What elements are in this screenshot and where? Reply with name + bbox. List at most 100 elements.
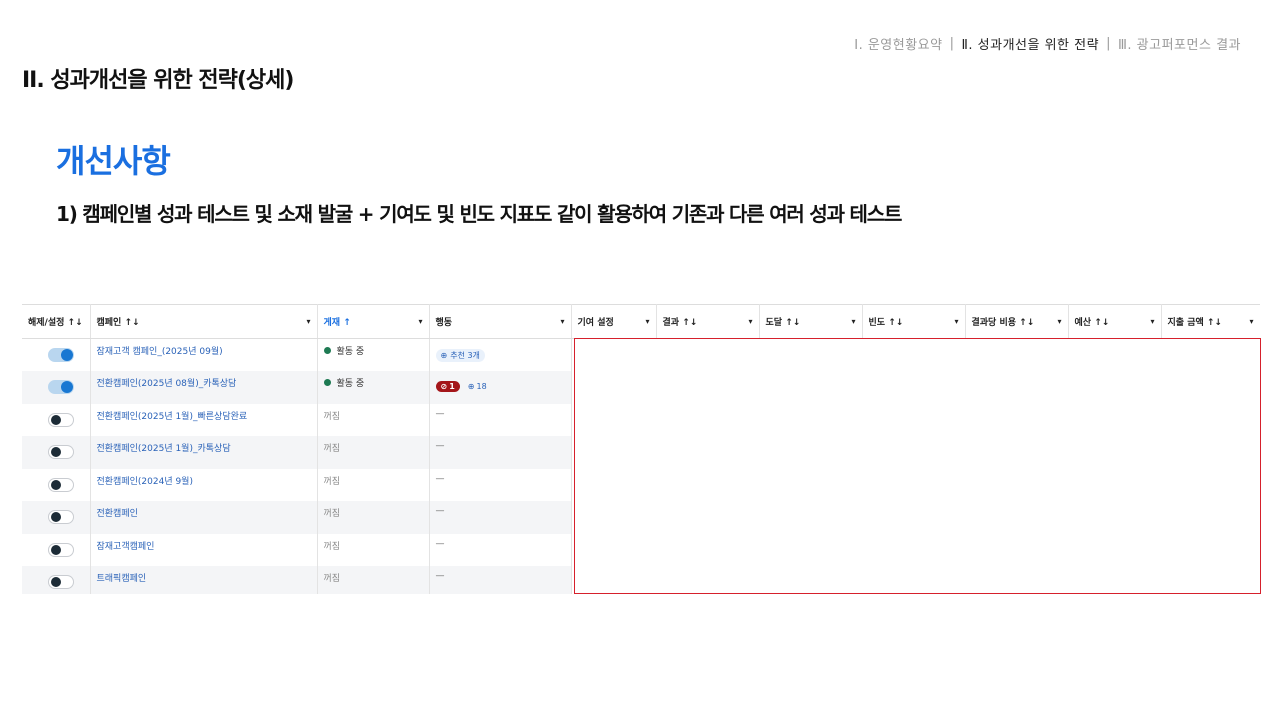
campaign-toggle[interactable] bbox=[48, 510, 74, 524]
column-header-label: 결과 ↑↓ bbox=[662, 318, 698, 328]
metric-cell bbox=[759, 338, 862, 371]
actions-cell: — bbox=[429, 436, 572, 469]
column-header-label: 기여 설정 bbox=[577, 318, 614, 328]
toggle-cell bbox=[22, 403, 91, 436]
actions-cell: — bbox=[429, 566, 572, 594]
status-dot-icon bbox=[323, 379, 331, 386]
metric-cell bbox=[862, 533, 965, 566]
metric-cell bbox=[571, 566, 656, 594]
caret-down-icon[interactable]: ▾ bbox=[418, 317, 422, 326]
column-header[interactable]: 도달 ↑↓ ▾ bbox=[759, 304, 863, 339]
campaign-toggle[interactable] bbox=[48, 542, 74, 557]
empty-dash: — bbox=[435, 506, 445, 516]
metric-cell bbox=[1161, 501, 1260, 534]
delivery-status: 활동 중 bbox=[323, 344, 423, 357]
error-icon: ⊘ bbox=[440, 382, 448, 391]
actions-cell: — bbox=[429, 403, 572, 436]
toggle-cell bbox=[22, 501, 91, 534]
campaign-toggle[interactable] bbox=[48, 445, 74, 459]
column-header[interactable]: 게재 ↑ ▾ bbox=[317, 304, 430, 339]
campaign-cell: 전환캠페인(2024년 9월) bbox=[90, 468, 318, 501]
column-header[interactable]: 기여 설정 ▾ bbox=[571, 304, 657, 339]
column-header[interactable]: 지출 금액 ↑↓ ▾ bbox=[1161, 304, 1260, 339]
column-header-label: 행동 bbox=[435, 318, 453, 328]
campaign-cell: 전환캠페인(2025년 08월)_카톡상담 bbox=[90, 371, 318, 404]
caret-down-icon[interactable]: ▾ bbox=[1150, 317, 1154, 326]
campaign-table: 해제/설정 ↑↓ 캠페인 ↑↓ ▾ 게재 ↑ ▾ 행동 ▾ 기여 설정 ▾ 결과 ↑↓ ▾ 도달 ↑↓… bbox=[22, 304, 1260, 594]
delivery-status-text: 꺼짐 bbox=[323, 444, 341, 454]
toggle-knob bbox=[51, 544, 61, 555]
arrow-up-circle-icon: ⊕ bbox=[467, 382, 475, 391]
toggle-knob bbox=[51, 512, 61, 522]
metric-cell bbox=[656, 371, 759, 404]
metric-cell bbox=[656, 403, 759, 436]
caret-down-icon[interactable]: ▾ bbox=[560, 317, 564, 326]
delivery-cell: 꺼짐 bbox=[317, 501, 430, 534]
campaign-cell: 전환캠페인(2025년 1월)_빠른상담완료 bbox=[90, 403, 318, 436]
column-header[interactable]: 예산 ↑↓ ▾ bbox=[1068, 304, 1162, 339]
table-row: 전환캠페인(2025년 1월)_빠른상담완료 꺼짐 — bbox=[22, 403, 1260, 436]
metric-cell bbox=[571, 436, 656, 469]
metric-cell bbox=[965, 338, 1068, 371]
campaign-name-link[interactable]: 잠재고객 캠페인_(2025년 09월) bbox=[97, 347, 223, 357]
column-header-label: 결과당 비용 ↑↓ bbox=[971, 318, 1035, 328]
campaign-name-link[interactable]: 트래픽캠페인 bbox=[97, 574, 147, 584]
campaign-cell: 잠재고객캠페인 bbox=[90, 533, 318, 566]
caret-down-icon[interactable]: ▾ bbox=[748, 317, 752, 326]
toggle-knob bbox=[51, 414, 61, 425]
caret-down-icon[interactable]: ▾ bbox=[851, 317, 855, 326]
caret-down-icon[interactable]: ▾ bbox=[645, 317, 649, 326]
toggle-knob bbox=[61, 349, 73, 361]
column-header[interactable]: 결과 ↑↓ ▾ bbox=[656, 304, 760, 339]
campaign-toggle[interactable] bbox=[48, 477, 74, 492]
column-header-label: 도달 ↑↓ bbox=[765, 318, 801, 328]
delivery-status-text: 꺼짐 bbox=[323, 574, 341, 584]
campaign-name-link[interactable]: 전환캠페인 bbox=[97, 509, 138, 519]
caret-down-icon[interactable]: ▾ bbox=[306, 317, 310, 326]
empty-dash: — bbox=[435, 571, 445, 581]
table-row: 전환캠페인(2025년 08월)_카톡상담 활동 중 ⊘ 1 ⊕ 18 bbox=[22, 371, 1260, 404]
error-badge[interactable]: ⊘ 1 bbox=[435, 381, 460, 392]
recommendation-count[interactable]: ⊕ 18 bbox=[468, 382, 487, 391]
campaign-cell: 전환캠페인 bbox=[90, 501, 318, 534]
column-header[interactable]: 캠페인 ↑↓ ▾ bbox=[90, 304, 318, 339]
campaign-name-link[interactable]: 전환캠페인(2025년 08월)_카톡상담 bbox=[97, 379, 237, 389]
arrow-up-circle-icon: ⊕ bbox=[440, 351, 448, 360]
campaign-toggle[interactable] bbox=[48, 575, 74, 589]
metric-cell bbox=[656, 468, 759, 501]
recommendation-chip[interactable]: ⊕ 추천 3개 bbox=[435, 349, 485, 362]
campaign-name-link[interactable]: 전환캠페인(2025년 1월)_빠른상담완료 bbox=[97, 412, 248, 422]
delivery-cell: 꺼짐 bbox=[317, 403, 430, 436]
caret-down-icon[interactable]: ▾ bbox=[1057, 317, 1061, 326]
nav-item-strategy[interactable]: Ⅱ. 성과개선을 위한 전략 bbox=[961, 34, 1099, 53]
table-row: 트래픽캠페인 꺼짐 — bbox=[22, 566, 1260, 594]
metric-cell bbox=[965, 468, 1068, 501]
metric-cell bbox=[1068, 403, 1161, 436]
metric-cell bbox=[1161, 566, 1260, 594]
column-header[interactable]: 해제/설정 ↑↓ bbox=[22, 304, 91, 339]
campaign-name-link[interactable]: 전환캠페인(2025년 1월)_카톡상담 bbox=[97, 444, 231, 454]
toggle-knob bbox=[51, 447, 61, 457]
metric-cell bbox=[571, 403, 656, 436]
caret-down-icon[interactable]: ▾ bbox=[1249, 317, 1253, 326]
column-header[interactable]: 결과당 비용 ↑↓ ▾ bbox=[965, 304, 1069, 339]
metric-cell bbox=[1068, 533, 1161, 566]
campaign-name-link[interactable]: 전환캠페인(2024년 9월) bbox=[97, 477, 193, 487]
delivery-status-text: 꺼짐 bbox=[323, 411, 341, 422]
campaign-toggle[interactable] bbox=[48, 348, 74, 362]
empty-dash: — bbox=[435, 408, 445, 419]
table-row: 전환캠페인 꺼짐 — bbox=[22, 501, 1260, 534]
column-header[interactable]: 빈도 ↑↓ ▾ bbox=[862, 304, 966, 339]
table-row: 전환캠페인(2024년 9월) 꺼짐 — bbox=[22, 468, 1260, 501]
campaign-name-link[interactable]: 잠재고객캠페인 bbox=[97, 542, 155, 552]
campaign-toggle[interactable] bbox=[48, 412, 74, 427]
column-header[interactable]: 행동 ▾ bbox=[429, 304, 572, 339]
nav-separator: | bbox=[1106, 36, 1111, 51]
nav-item-performance[interactable]: Ⅲ. 광고퍼포먼스 결과 bbox=[1118, 34, 1241, 53]
toggle-cell bbox=[22, 338, 91, 371]
caret-down-icon[interactable]: ▾ bbox=[954, 317, 958, 326]
campaign-toggle[interactable] bbox=[48, 380, 74, 394]
metric-cell bbox=[1068, 436, 1161, 469]
metric-cell bbox=[571, 533, 656, 566]
nav-item-summary[interactable]: Ⅰ. 운영현황요약 bbox=[854, 34, 942, 53]
